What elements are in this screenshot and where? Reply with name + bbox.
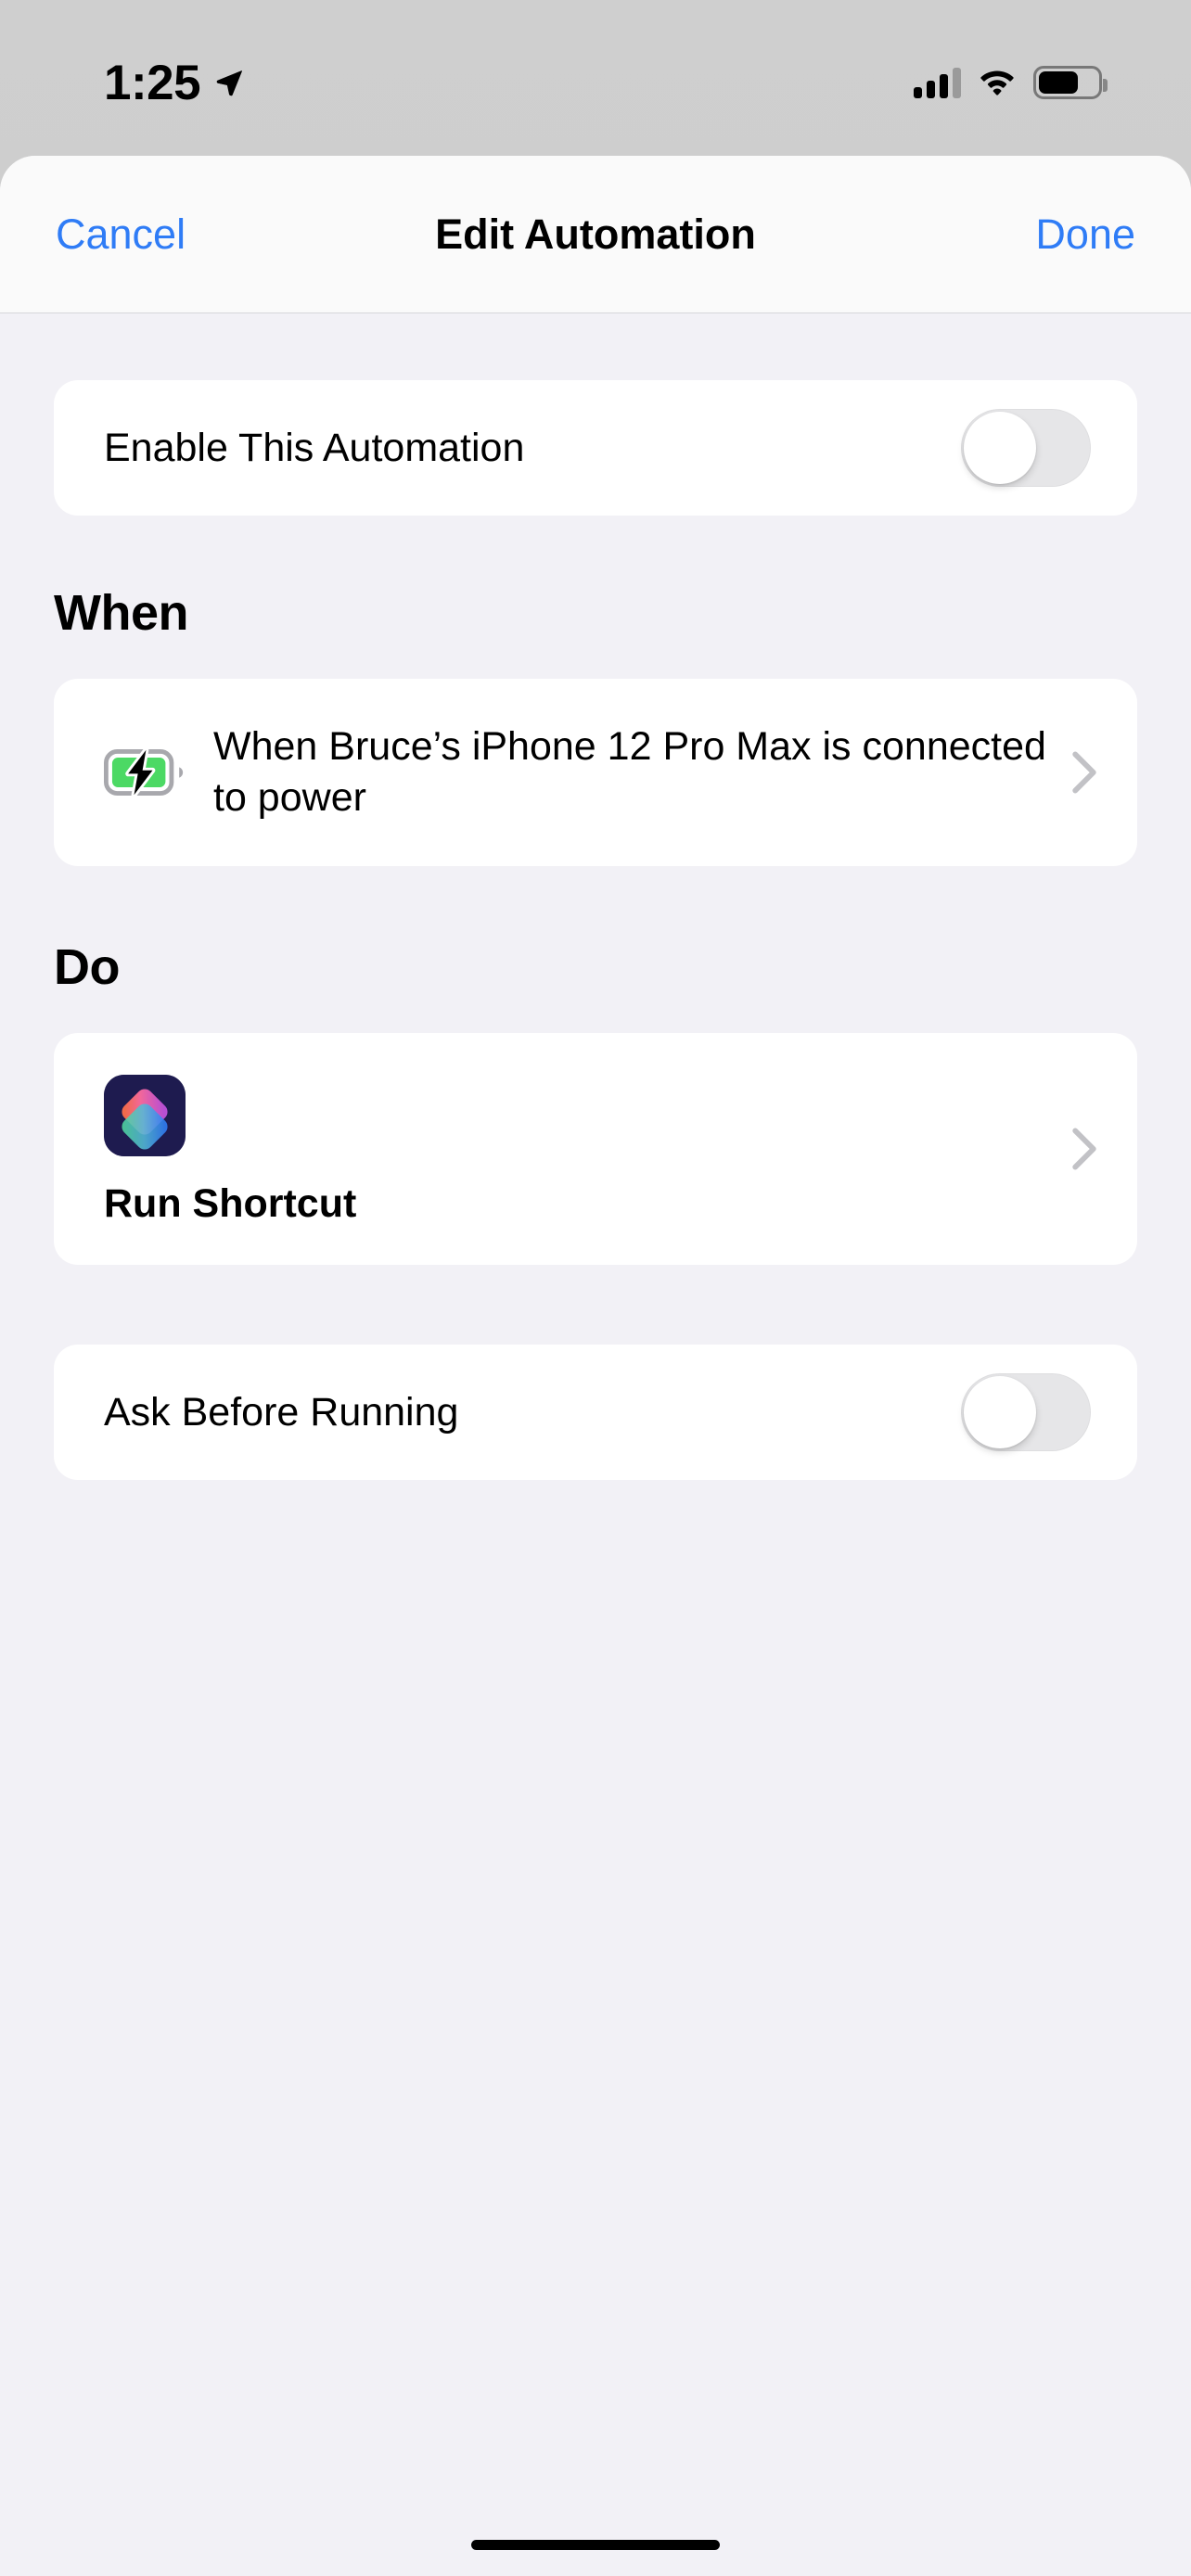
status-bar: 1:25 [0, 0, 1191, 156]
chevron-right-icon [1072, 1128, 1096, 1170]
spacer-do [54, 866, 1137, 942]
battery-charging-icon [104, 749, 184, 797]
when-section-header: When [54, 585, 188, 641]
battery-icon [1033, 66, 1108, 99]
toggle-knob [964, 412, 1036, 484]
spacer-top [54, 313, 1137, 380]
ask-before-running-toggle[interactable] [961, 1373, 1091, 1452]
spacer-when-card [54, 638, 1137, 679]
trigger-row[interactable]: When Bruce’s iPhone 12 Pro Max is connec… [54, 679, 1137, 866]
done-button[interactable]: Done [1031, 204, 1139, 264]
enable-automation-toggle[interactable] [961, 409, 1091, 487]
home-indicator [471, 2540, 720, 2550]
action-title: Run Shortcut [104, 1180, 357, 1226]
action-row[interactable]: Run Shortcut [54, 1033, 1137, 1265]
cellular-signal-icon [914, 67, 961, 98]
run-shortcut-card[interactable]: Run Shortcut [54, 1033, 1137, 1266]
wifi-icon [980, 70, 1014, 96]
enable-automation-row[interactable]: Enable This Automation [54, 380, 1137, 516]
navigation-bar: Cancel Edit Automation Done [0, 156, 1191, 313]
ask-before-running-label: Ask Before Running [104, 1389, 459, 1435]
phone-screen: 1:25 Cancel Edit Automation Done Enable … [0, 0, 1191, 2576]
status-bar-clock: 1:25 [104, 55, 201, 110]
action-content: Run Shortcut [104, 1074, 1072, 1226]
trigger-description: When Bruce’s iPhone 12 Pro Max is connec… [213, 724, 1046, 821]
battery-level-fill [1039, 71, 1079, 94]
enable-automation-label: Enable This Automation [104, 425, 525, 470]
cancel-button[interactable]: Cancel [52, 204, 189, 264]
do-section-header: Do [54, 939, 120, 996]
when-trigger-card[interactable]: When Bruce’s iPhone 12 Pro Max is connec… [54, 679, 1137, 867]
shortcuts-app-icon [104, 1074, 186, 1156]
chevron-right-icon [1072, 751, 1096, 794]
ask-before-running-card: Ask Before Running [54, 1345, 1137, 1481]
ask-before-running-row[interactable]: Ask Before Running [54, 1345, 1137, 1480]
settings-list: Enable This Automation When When Bruce’s… [0, 313, 1191, 1481]
status-bar-left: 1:25 [104, 58, 245, 108]
status-bar-right [914, 66, 1108, 99]
enable-automation-card: Enable This Automation [54, 380, 1137, 516]
toggle-knob [964, 1376, 1036, 1449]
spacer-ask [54, 1265, 1137, 1345]
location-arrow-icon [216, 70, 243, 96]
spacer-do-card [54, 992, 1137, 1033]
edit-automation-sheet: Cancel Edit Automation Done Enable This … [0, 156, 1191, 2576]
spacer-when [54, 516, 1137, 588]
